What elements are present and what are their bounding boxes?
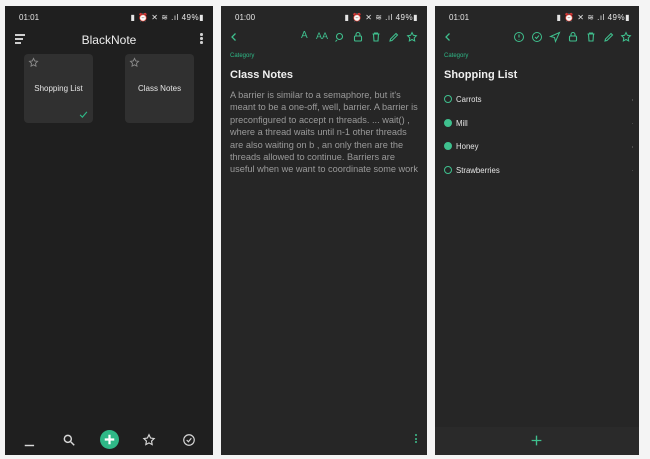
list-item-label: Honey [456, 142, 479, 151]
delete-icon[interactable] [370, 31, 382, 43]
status-icons: ▮ ⏰ ✕ ≋ .ıl 49%▮ [130, 13, 204, 22]
list-item[interactable]: Mill [444, 116, 635, 140]
note-body[interactable]: A barrier is similar to a semaphore, but… [230, 89, 422, 176]
list-item[interactable]: Carrots [444, 92, 635, 116]
star-icon[interactable] [142, 433, 156, 447]
card-title: Shopping List [34, 84, 83, 93]
edit-icon[interactable] [603, 31, 615, 43]
status-bar: 01:01 ▮ ⏰ ✕ ≋ .ıl 49%▮ [5, 6, 213, 28]
note-card-shopping-list[interactable]: Shopping List [24, 54, 93, 123]
status-time: 01:01 [19, 13, 40, 22]
status-icons: ▮ ⏰ ✕ ≋ .ıl 49%▮ [556, 13, 630, 22]
star-icon[interactable] [129, 57, 140, 68]
star-icon[interactable] [406, 31, 418, 43]
note-screen: 01:00 ▮ ⏰ ✕ ≋ .ıl 49%▮ A AA Category Cla… [221, 6, 427, 455]
add-icon [104, 434, 115, 445]
checklist-title[interactable]: Shopping List [444, 69, 517, 81]
checkbox[interactable] [444, 165, 452, 174]
star-icon[interactable] [620, 31, 632, 43]
back-icon[interactable] [228, 31, 240, 43]
item-handle[interactable] [631, 146, 633, 148]
star-icon[interactable] [28, 57, 39, 68]
status-time: 01:00 [235, 13, 256, 22]
list-item[interactable]: Honey [444, 139, 635, 163]
lock-icon[interactable] [567, 31, 579, 43]
home-screen: 01:01 ▮ ⏰ ✕ ≋ .ıl 49%▮ BlackNote Shoppin… [5, 6, 213, 455]
check-circle-icon[interactable] [182, 433, 196, 447]
font-size-increase-button[interactable]: AA [316, 31, 328, 41]
minus-icon[interactable] [23, 435, 37, 449]
checkbox[interactable] [444, 142, 452, 150]
item-handle[interactable] [631, 169, 633, 171]
search-icon[interactable] [334, 31, 346, 43]
add-item-icon[interactable] [530, 434, 543, 447]
list-item-label: Carrots [456, 95, 482, 104]
more-options-icon[interactable] [200, 33, 204, 45]
list-item-label: Strawberries [456, 165, 500, 175]
check-icon [79, 111, 88, 118]
note-title[interactable]: Class Notes [230, 69, 293, 81]
checklist-toolbar [435, 28, 639, 48]
checklist-items: Carrots Mill Honey Strawberries [444, 92, 635, 186]
list-item-label: Mill [456, 118, 468, 128]
font-size-decrease-button[interactable]: A [301, 30, 308, 41]
lock-icon[interactable] [352, 31, 364, 43]
bottom-navigation [5, 425, 213, 455]
info-icon[interactable] [513, 31, 525, 43]
status-bar: 01:00 ▮ ⏰ ✕ ≋ .ıl 49%▮ [221, 6, 427, 28]
item-handle[interactable] [631, 122, 633, 124]
card-title: Class Notes [137, 84, 182, 93]
add-item-bar [435, 427, 639, 455]
add-note-button[interactable] [100, 430, 119, 449]
checkbox[interactable] [444, 95, 452, 103]
back-icon[interactable] [442, 31, 454, 43]
status-icons: ▮ ⏰ ✕ ≋ .ıl 49%▮ [344, 13, 418, 22]
app-title: BlackNote [81, 33, 137, 47]
note-toolbar: A AA [221, 28, 427, 48]
status-time: 01:01 [449, 13, 470, 22]
note-card-class-notes[interactable]: Class Notes [125, 54, 194, 123]
checklist-category[interactable]: Category [444, 53, 468, 59]
search-icon[interactable] [62, 433, 76, 447]
list-item[interactable]: Strawberries [444, 163, 635, 187]
status-bar: 01:01 ▮ ⏰ ✕ ≋ .ıl 49%▮ [435, 6, 639, 28]
checklist-screen: 01:01 ▮ ⏰ ✕ ≋ .ıl 49%▮ Category Shopping… [435, 6, 639, 455]
share-icon[interactable] [549, 31, 561, 43]
note-category[interactable]: Category [230, 53, 254, 59]
edit-icon[interactable] [388, 31, 400, 43]
check-circle-icon[interactable] [531, 31, 543, 43]
more-options-icon[interactable] [415, 434, 418, 445]
delete-icon[interactable] [585, 31, 597, 43]
item-handle[interactable] [631, 99, 633, 101]
checkbox[interactable] [444, 118, 452, 127]
app-bar: BlackNote [5, 28, 213, 54]
